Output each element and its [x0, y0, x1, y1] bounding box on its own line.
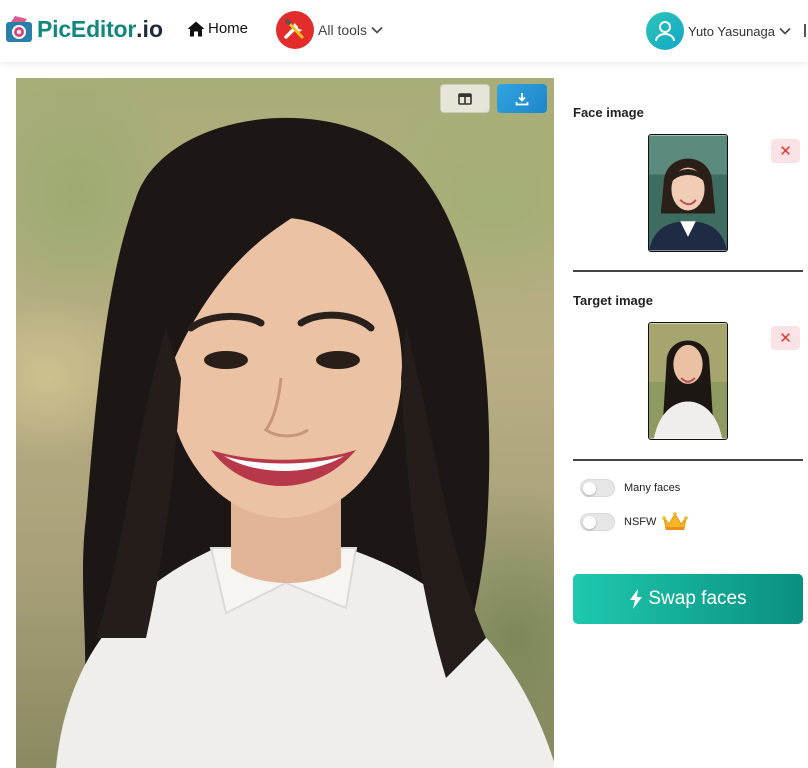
swap-faces-label: Swap faces	[648, 588, 747, 609]
download-icon	[515, 92, 529, 105]
nsfw-label: NSFW	[624, 516, 657, 528]
target-image-thumbnail[interactable]	[648, 322, 728, 440]
nsfw-toggle[interactable]	[580, 513, 615, 531]
user-menu[interactable]: Yuto Yasunaga	[646, 12, 791, 50]
user-avatar-icon	[646, 12, 684, 50]
lightning-icon	[630, 589, 643, 609]
remove-face-image-button[interactable]: ✕	[771, 139, 800, 163]
home-icon	[187, 21, 205, 36]
logo-text: PicEditor	[37, 15, 137, 42]
face-image-thumbnail[interactable]	[648, 134, 728, 252]
close-icon: ✕	[779, 143, 792, 160]
settings-panel: Face image ✕ Target image ✕ Many faces N…	[573, 78, 803, 768]
nav-home-link[interactable]: Home	[187, 20, 248, 37]
result-image	[16, 78, 554, 768]
section-divider	[573, 270, 803, 272]
portrait-photo	[56, 117, 554, 768]
face-image-title: Face image	[573, 105, 644, 120]
remove-target-image-button[interactable]: ✕	[771, 326, 800, 350]
swap-faces-button[interactable]: Swap faces	[573, 574, 803, 624]
tools-icon	[276, 11, 314, 49]
nsfw-option: NSFW	[580, 512, 689, 532]
many-faces-label: Many faces	[624, 482, 681, 494]
face-photo	[649, 135, 727, 251]
camera-logo-icon	[6, 16, 32, 42]
crown-icon	[662, 512, 689, 530]
top-navbar: PicEditor .io Home All tools Yuto Yasuna…	[0, 0, 808, 62]
nav-home-label: Home	[208, 20, 249, 37]
close-icon: ✕	[779, 330, 792, 347]
clipped-nav-item	[804, 24, 806, 37]
logo-domain: .io	[136, 15, 164, 42]
target-image-title: Target image	[573, 293, 653, 308]
all-tools-label: All tools	[318, 22, 368, 38]
compare-view-button[interactable]	[440, 84, 490, 113]
site-logo[interactable]: PicEditor .io	[5, 14, 163, 44]
section-divider	[573, 459, 803, 461]
many-faces-option: Many faces	[580, 479, 680, 497]
download-button[interactable]	[497, 84, 547, 113]
chevron-down-icon	[371, 26, 383, 34]
chevron-down-icon	[779, 27, 791, 35]
user-name: Yuto Yasunaga	[688, 23, 775, 39]
all-tools-dropdown[interactable]: All tools	[276, 11, 383, 49]
target-photo	[649, 323, 727, 439]
split-view-icon	[458, 92, 472, 105]
many-faces-toggle[interactable]	[580, 479, 615, 497]
